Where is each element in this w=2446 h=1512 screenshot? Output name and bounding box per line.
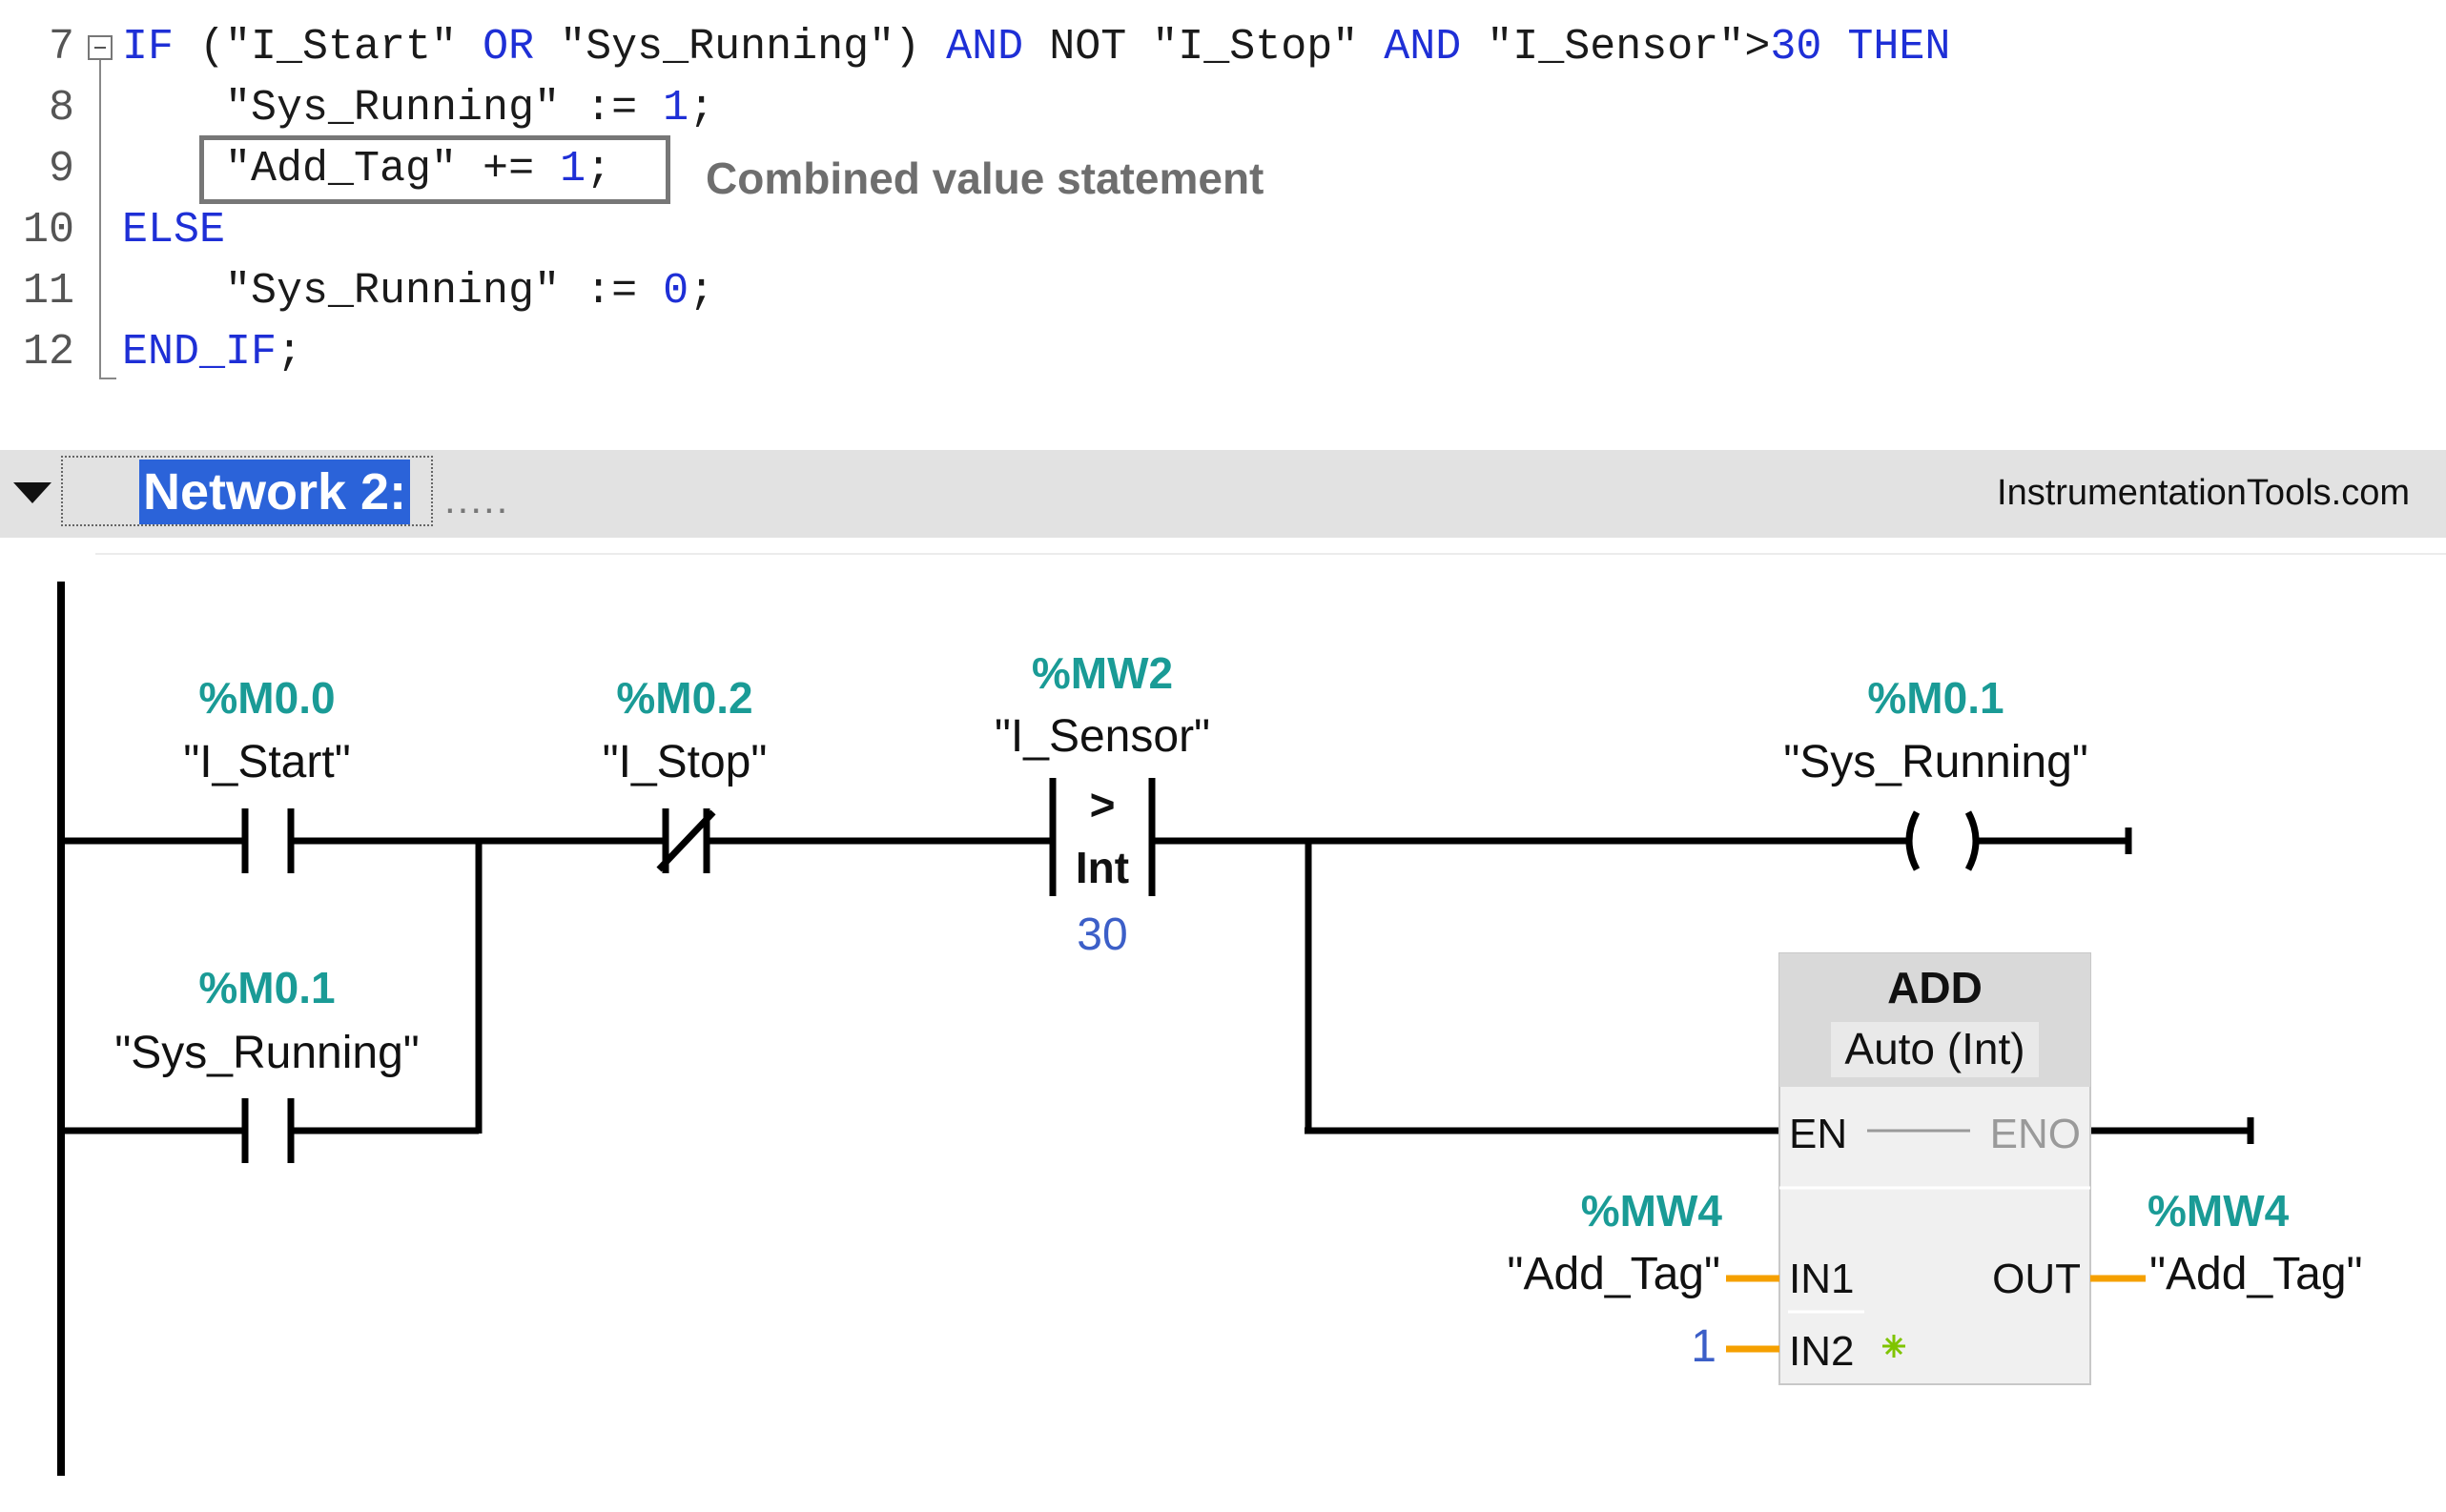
contact-tag: "I_Stop" <box>603 737 768 787</box>
add-block-name: ADD <box>1887 963 1983 1012</box>
add-out-label: OUT <box>1992 1256 2081 1302</box>
compare-operator: > <box>1090 780 1116 829</box>
contact-address: %M0.1 <box>198 963 335 1012</box>
out-address[interactable]: %MW4 <box>2148 1186 2290 1236</box>
coil-address: %M0.1 <box>1867 673 2004 723</box>
out-tag[interactable]: "Add_Tag" <box>2149 1249 2363 1299</box>
add-in2-label: IN2 <box>1789 1328 1854 1375</box>
coil-tag: "Sys_Running" <box>1783 737 2088 787</box>
compare-type: Int <box>1076 843 1129 892</box>
compare-address: %MW2 <box>1032 648 1173 698</box>
contact-tag: "Sys_Running" <box>114 1028 420 1078</box>
contact-tag: "I_Start" <box>183 737 350 787</box>
contact-address: %M0.2 <box>616 673 752 723</box>
compare-contact-i-sensor[interactable]: %MW2 "I_Sensor" > Int 30 <box>995 648 1210 960</box>
in1-tag[interactable]: "Add_Tag" <box>1507 1249 1720 1299</box>
compare-tag: "I_Sensor" <box>995 711 1210 762</box>
contact-address: %M0.0 <box>198 673 335 723</box>
compare-value: 30 <box>1077 909 1127 960</box>
in1-address[interactable]: %MW4 <box>1581 1186 1723 1236</box>
ladder-network: %M0.0 "I_Start" %M0.1 "Sys_Running" %M0.… <box>57 582 2363 1476</box>
add-block-type[interactable]: Auto (Int) <box>1844 1024 2025 1073</box>
in2-value[interactable]: 1 <box>1691 1321 1716 1372</box>
add-in1-label: IN1 <box>1789 1256 1854 1302</box>
add-en-label: EN <box>1789 1111 1847 1157</box>
add-eno-label: ENO <box>1990 1111 2081 1157</box>
add-instruction-block[interactable]: ADD Auto (Int) EN ENO IN1 OUT IN2 <box>1778 952 2091 1385</box>
